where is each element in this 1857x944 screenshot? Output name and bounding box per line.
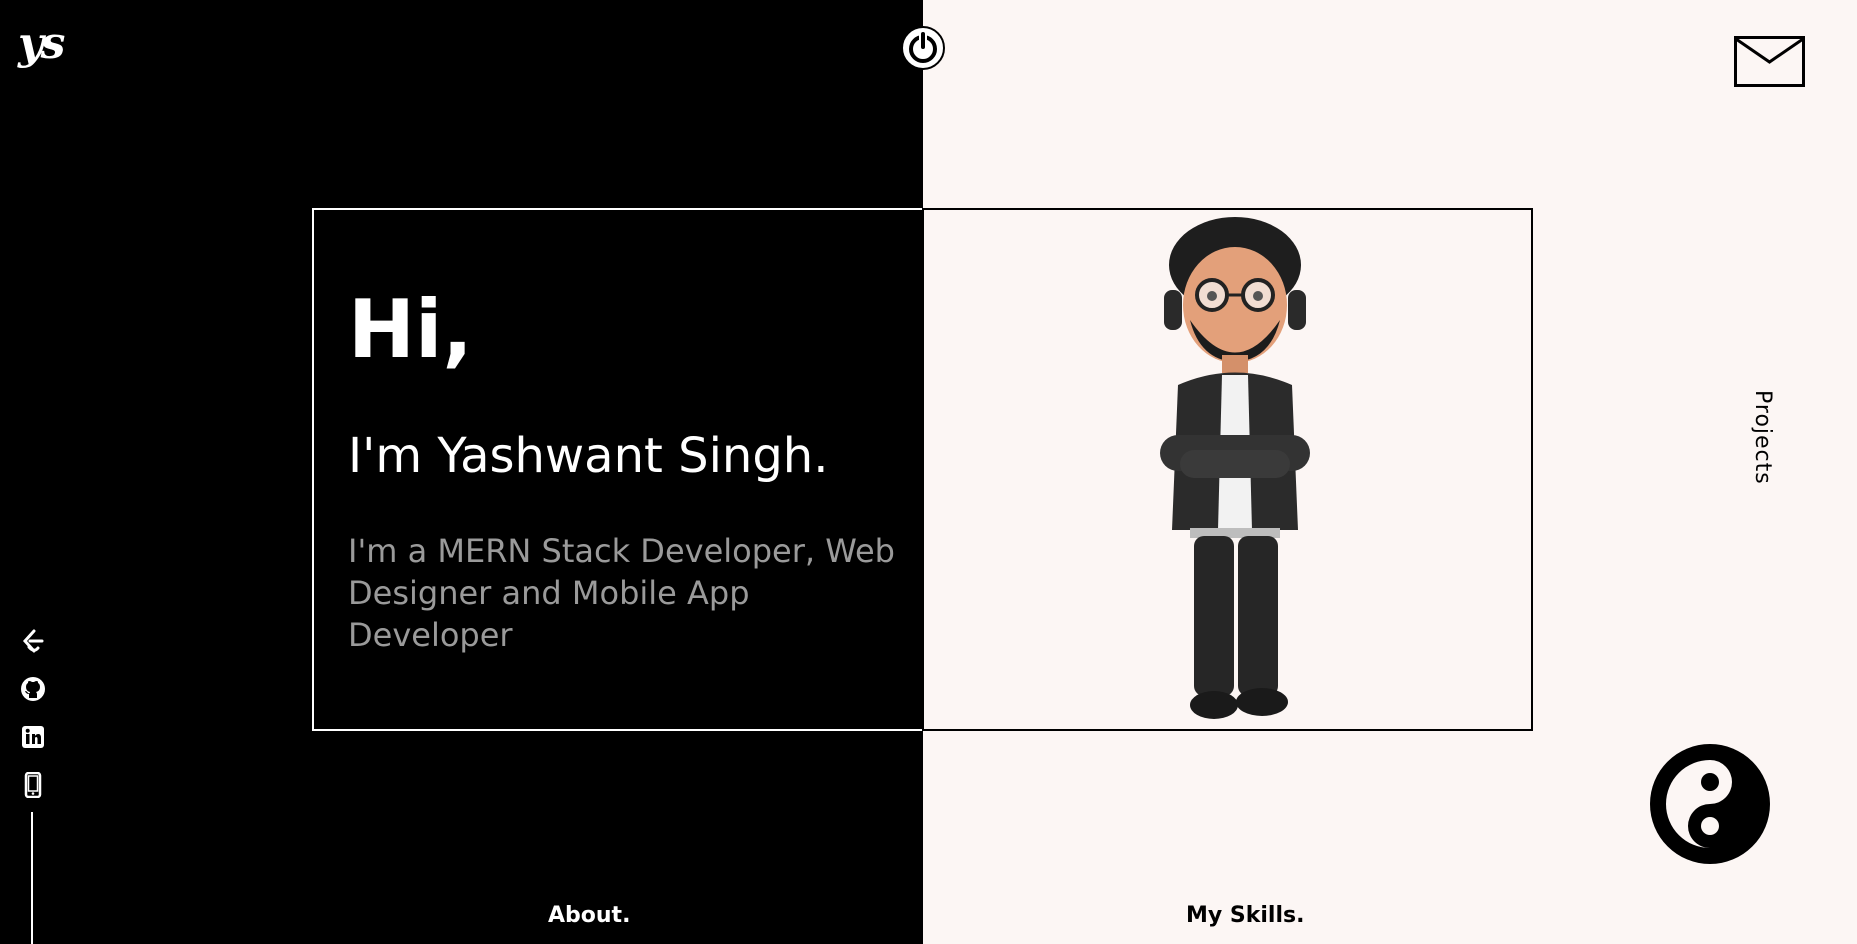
brand-logo[interactable]: ys xyxy=(18,22,65,66)
social-divider-line xyxy=(31,812,33,944)
yin-yang-icon[interactable] xyxy=(1648,742,1772,866)
linkedin-icon[interactable] xyxy=(20,724,46,750)
mail-icon[interactable] xyxy=(1734,36,1805,87)
phone-icon[interactable] xyxy=(20,772,46,798)
nav-projects[interactable]: Projects xyxy=(1750,390,1775,485)
nav-skills[interactable]: My Skills. xyxy=(1186,903,1304,928)
avatar-illustration xyxy=(1160,217,1310,719)
hero-name: I'm Yashwant Singh. xyxy=(348,428,829,484)
leetcode-icon[interactable] xyxy=(20,628,46,654)
hero-greeting: Hi, xyxy=(348,283,473,376)
hero-description: I'm a MERN Stack Developer, Web Designer… xyxy=(348,532,895,654)
nav-about[interactable]: About. xyxy=(548,903,630,928)
power-icon[interactable] xyxy=(900,25,946,71)
github-icon[interactable] xyxy=(20,676,46,702)
